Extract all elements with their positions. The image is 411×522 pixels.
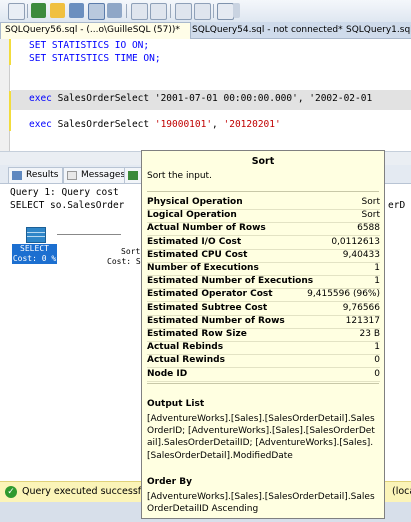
property-value: 0,0112613 xyxy=(331,236,380,247)
sort-tooltip: Sort Sort the input. Physical Operation S… xyxy=(141,150,385,519)
query-text-line: SELECT so.SalesOrder xyxy=(10,200,125,211)
query-text-line-end: erD xyxy=(388,200,406,211)
tooltip-property-row: Physical Operation Sort xyxy=(147,196,380,210)
document-tabs: SQLQuery56.sql - (...o\GuilleSQL (57))* … xyxy=(0,22,411,39)
toolbar-separator xyxy=(27,4,28,18)
tooltip-property-row: Actual Number of Rows 6588 xyxy=(147,222,380,237)
toolbar xyxy=(0,0,411,23)
property-name: Physical Operation xyxy=(147,197,243,207)
tooltip-description: Sort the input. xyxy=(147,171,212,181)
tooltip-property-row: Actual Rewinds 0 xyxy=(147,354,380,369)
select-operator-label: SELECT Cost: 0 % xyxy=(12,244,57,264)
property-value: 1 xyxy=(374,263,380,273)
property-name: Estimated Number of Executions xyxy=(147,276,314,287)
sort-operator-cost: Cost: S xyxy=(107,257,141,266)
tab-sqlquery56[interactable]: SQLQuery56.sql - (...o\GuilleSQL (57))* xyxy=(0,22,191,39)
property-name: Estimated I/O Cost xyxy=(147,236,242,247)
property-value: Sort xyxy=(361,210,380,221)
property-value: Sort xyxy=(361,197,380,207)
property-value: 9,40433 xyxy=(342,249,380,260)
property-name: Number of Executions xyxy=(147,263,259,273)
order-by-text: [AdventureWorks].[Sales].[SalesOrderDeta… xyxy=(147,492,375,515)
property-name: Estimated Row Size xyxy=(147,329,247,339)
tooltip-property-row: Estimated Row Size 23 B xyxy=(147,328,380,342)
property-name: Estimated CPU Cost xyxy=(147,249,248,260)
tooltip-property-row: Estimated CPU Cost 9,40433 xyxy=(147,249,380,263)
property-name: Logical Operation xyxy=(147,210,237,221)
tooltip-property-row: Estimated Subtree Cost 9,76566 xyxy=(147,302,380,316)
tooltip-property-row: Estimated Number of Executions 1 xyxy=(147,275,380,290)
tab-sqlquery1[interactable]: SQLQuery1.sql - xyxy=(342,23,411,38)
tooltip-title: Sort xyxy=(251,156,275,167)
spell-check-icon[interactable] xyxy=(217,3,234,20)
messages-icon xyxy=(67,171,77,180)
query-editor[interactable]: SET STATISTICS IO ON; SET STATISTICS TIM… xyxy=(0,39,411,151)
server-status: (loca xyxy=(392,486,411,497)
comment-icon[interactable] xyxy=(131,3,148,20)
tooltip-divider xyxy=(147,191,379,192)
property-name: Estimated Subtree Cost xyxy=(147,302,268,313)
execution-plan-icon xyxy=(128,171,138,180)
property-value: 1 xyxy=(374,276,380,287)
code-line: exec SalesOrderSelect '19000101', '20120… xyxy=(29,119,281,130)
property-value: 6588 xyxy=(357,223,380,234)
property-value: 9,415596 (96%) xyxy=(307,289,380,300)
code-line: exec SalesOrderSelect '2001-07-01 00:00:… xyxy=(29,93,373,104)
property-name: Actual Rewinds xyxy=(147,355,225,366)
grid-results-icon[interactable] xyxy=(69,3,84,18)
query-options-icon[interactable] xyxy=(50,3,65,18)
database-icon[interactable] xyxy=(31,3,46,18)
plan-connector xyxy=(57,234,121,235)
property-value: 9,76566 xyxy=(342,302,380,313)
tab-messages[interactable]: Messages xyxy=(63,167,130,184)
file-results-icon[interactable] xyxy=(107,3,122,18)
toolbar-separator xyxy=(213,4,214,18)
property-name: Node ID xyxy=(147,368,188,379)
status-text: Query executed successfully xyxy=(22,486,159,497)
tooltip-property-row: Estimated I/O Cost 0,0112613 xyxy=(147,236,380,250)
dropdown-arrow-icon[interactable] xyxy=(233,3,240,18)
tab-results[interactable]: Results xyxy=(8,167,63,184)
property-value: 121317 xyxy=(345,315,380,326)
tooltip-property-row: Estimated Operator Cost 9,415596 (96%) xyxy=(147,288,380,303)
query-cost-line: Query 1: Query cost xyxy=(10,187,119,198)
order-by-title: Order By xyxy=(147,477,192,487)
uncomment-icon[interactable] xyxy=(150,3,167,20)
tooltip-property-row: Estimated Number of Rows 121317 xyxy=(147,315,380,329)
code-line: SET STATISTICS IO ON; xyxy=(29,40,150,51)
property-name: Actual Number of Rows xyxy=(147,223,266,234)
toolbar-separator xyxy=(170,4,171,18)
change-marker xyxy=(9,39,11,65)
tooltip-divider xyxy=(147,383,379,384)
tooltip-property-row: Node ID 0 xyxy=(147,368,380,382)
property-name: Estimated Operator Cost xyxy=(147,289,273,300)
tooltip-property-row: Logical Operation Sort xyxy=(147,209,380,224)
property-value: 0 xyxy=(374,368,380,379)
text-results-icon[interactable] xyxy=(88,3,105,20)
property-value: 1 xyxy=(374,342,380,353)
tooltip-property-row: Number of Executions 1 xyxy=(147,262,380,276)
sort-operator-label[interactable]: Sort xyxy=(121,247,140,256)
success-check-icon: ✓ xyxy=(5,486,17,498)
output-list-title: Output List xyxy=(147,399,205,409)
property-name: Actual Rebinds xyxy=(147,342,224,353)
output-list-text: [AdventureWorks].[Sales].[SalesOrderDeta… xyxy=(147,414,375,461)
new-query-icon[interactable] xyxy=(8,3,25,20)
tab-sqlquery54[interactable]: SQLQuery54.sql - not connected* xyxy=(188,23,346,38)
select-operator[interactable]: SELECT Cost: 0 % xyxy=(12,227,57,267)
property-value: 0 xyxy=(374,355,380,366)
property-value: 23 B xyxy=(359,329,381,339)
tooltip-property-row: Actual Rebinds 1 xyxy=(147,341,380,356)
toolbar-separator xyxy=(126,4,127,18)
decrease-indent-icon[interactable] xyxy=(175,3,192,20)
property-name: Estimated Number of Rows xyxy=(147,315,285,326)
select-icon xyxy=(26,227,46,243)
grid-icon xyxy=(12,171,22,180)
code-line: SET STATISTICS TIME ON; xyxy=(29,53,161,64)
increase-indent-icon[interactable] xyxy=(194,3,211,20)
